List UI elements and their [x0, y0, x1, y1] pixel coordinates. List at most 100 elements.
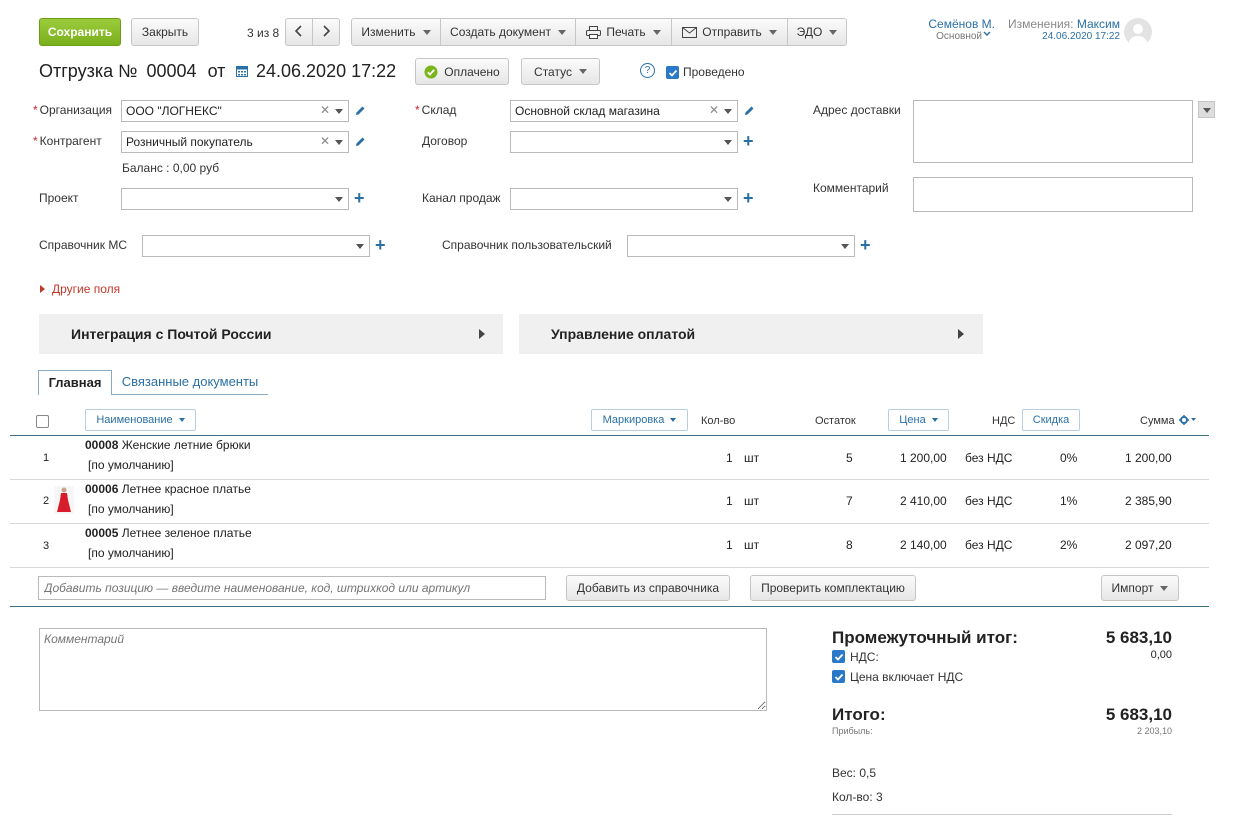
check-kit-button[interactable]: Проверить комплектацию: [750, 575, 916, 601]
edo-button[interactable]: ЭДО: [787, 18, 847, 46]
vat-checkbox[interactable]: [832, 650, 845, 663]
organization-label-text: Организация: [39, 103, 113, 117]
other-fields-toggle[interactable]: Другие поля: [40, 282, 120, 296]
comment-field[interactable]: [913, 177, 1193, 212]
discount-value[interactable]: 1%: [1060, 494, 1077, 508]
marking-column-button[interactable]: Маркировка: [591, 409, 688, 431]
product-variant: [по умолчанию]: [88, 502, 174, 516]
footer-divider: [832, 814, 1172, 815]
doc-number[interactable]: 00004: [146, 61, 196, 81]
price-includes-vat-checkbox[interactable]: [832, 670, 845, 683]
profit-label: Прибыль:: [832, 726, 873, 736]
contractor-value: Розничный покупатель: [126, 135, 253, 149]
edit-warehouse-icon[interactable]: [743, 105, 755, 117]
add-from-catalog-button[interactable]: Добавить из справочника: [566, 575, 730, 601]
name-column-button[interactable]: Наименование: [85, 409, 196, 431]
clear-icon[interactable]: ✕: [320, 134, 330, 148]
send-label: Отправить: [702, 25, 762, 39]
add-custom-catalog-icon[interactable]: +: [860, 236, 871, 254]
vat-value[interactable]: без НДС: [965, 451, 1012, 465]
add-project-icon[interactable]: +: [354, 189, 365, 207]
russian-post-panel[interactable]: Интеграция с Почтой России: [39, 314, 503, 354]
contract-select[interactable]: [510, 131, 738, 153]
price-value[interactable]: 2 410,00: [900, 494, 947, 508]
vat-label: НДС:: [850, 650, 879, 664]
caret-down-icon: [768, 29, 777, 35]
product-name[interactable]: 00006 Летнее красное платье: [85, 482, 251, 496]
custom-catalog-select[interactable]: [627, 235, 855, 257]
add-position-input[interactable]: [38, 576, 546, 600]
qty-value[interactable]: 1: [726, 538, 733, 552]
add-sales-channel-icon[interactable]: +: [743, 189, 754, 207]
tab-related-documents[interactable]: Связанные документы: [112, 370, 268, 395]
status-dropdown[interactable]: Статус: [521, 58, 600, 85]
clear-icon[interactable]: ✕: [320, 103, 330, 117]
warehouse-select[interactable]: Основной склад магазина ✕: [510, 100, 738, 122]
profit-value: 2 203,10: [1136, 726, 1172, 736]
discount-column-button[interactable]: Скидка: [1022, 409, 1080, 431]
user-name: Семёнов М.: [928, 17, 995, 31]
add-ms-catalog-icon[interactable]: +: [375, 236, 386, 254]
price-value[interactable]: 2 140,00: [900, 538, 947, 552]
edit-organization-icon[interactable]: [354, 105, 366, 117]
changes-user[interactable]: Максим: [1077, 17, 1120, 31]
add-contract-icon[interactable]: +: [743, 132, 754, 150]
qty-value[interactable]: 1: [726, 451, 733, 465]
avatar[interactable]: [1124, 18, 1152, 46]
next-doc-button[interactable]: [312, 18, 340, 46]
sales-channel-select[interactable]: [510, 188, 738, 210]
prev-doc-button[interactable]: [285, 18, 313, 46]
chevron-left-icon: [294, 24, 304, 40]
price-column-button[interactable]: Цена: [888, 409, 949, 431]
delivery-address-label: Адрес доставки: [813, 103, 901, 117]
column-settings-gear-icon[interactable]: [1179, 414, 1197, 428]
ms-catalog-select[interactable]: [142, 235, 370, 257]
organization-select[interactable]: ООО "ЛОГНЕКС" ✕: [121, 100, 349, 122]
payment-title: Управление оплатой: [551, 326, 696, 342]
posted-checkbox[interactable]: [666, 66, 679, 79]
project-select[interactable]: [121, 188, 349, 210]
save-button[interactable]: Сохранить: [39, 18, 121, 46]
caret-down-icon: [335, 109, 343, 114]
import-button[interactable]: Импорт: [1101, 575, 1179, 601]
vat-total-value: 0,00: [1150, 649, 1172, 661]
product-name[interactable]: 00008 Женские летние брюки: [85, 438, 251, 452]
vat-value[interactable]: без НДС: [965, 538, 1012, 552]
caret-down-icon: [1160, 585, 1169, 591]
edit-contractor-icon[interactable]: [354, 136, 366, 148]
edit-menu-button[interactable]: Изменить: [351, 18, 441, 46]
user-menu[interactable]: Семёнов М. Основной: [905, 17, 995, 42]
address-dropdown-button[interactable]: [1198, 101, 1215, 118]
paid-button[interactable]: Оплачено: [415, 58, 509, 85]
discount-value[interactable]: 0%: [1060, 451, 1077, 465]
caret-down-icon: [841, 244, 849, 249]
product-name[interactable]: 00005 Летнее зеленое платье: [85, 526, 252, 540]
doc-datetime[interactable]: 24.06.2020 17:22: [256, 61, 396, 82]
product-code: 00006: [85, 482, 119, 496]
stock-value: 7: [846, 494, 853, 508]
row-divider: [10, 523, 1209, 524]
clear-icon[interactable]: ✕: [709, 103, 719, 117]
calendar-icon[interactable]: [236, 65, 248, 80]
comment-textarea[interactable]: [39, 628, 767, 711]
vat-value[interactable]: без НДС: [965, 494, 1012, 508]
close-button[interactable]: Закрыть: [131, 18, 199, 46]
name-column-label: Наименование: [96, 414, 173, 426]
send-button[interactable]: Отправить: [671, 18, 788, 46]
caret-down-icon: [356, 244, 364, 249]
discount-value[interactable]: 2%: [1060, 538, 1077, 552]
create-document-button[interactable]: Создать документ: [440, 18, 576, 46]
payment-panel[interactable]: Управление оплатой: [519, 314, 983, 354]
printer-icon: [586, 25, 602, 39]
print-button[interactable]: Печать: [575, 18, 672, 46]
product-thumbnail[interactable]: [54, 486, 74, 514]
delivery-address-textarea[interactable]: [913, 100, 1193, 163]
contractor-select[interactable]: Розничный покупатель ✕: [121, 131, 349, 153]
qty-value[interactable]: 1: [726, 494, 733, 508]
select-all-checkbox[interactable]: [36, 415, 49, 428]
price-value[interactable]: 1 200,00: [900, 451, 947, 465]
caret-down-icon: [931, 418, 938, 422]
tab-main[interactable]: Главная: [38, 370, 112, 395]
help-icon[interactable]: ?: [640, 63, 655, 78]
total-value: 5 683,10: [1105, 705, 1172, 724]
